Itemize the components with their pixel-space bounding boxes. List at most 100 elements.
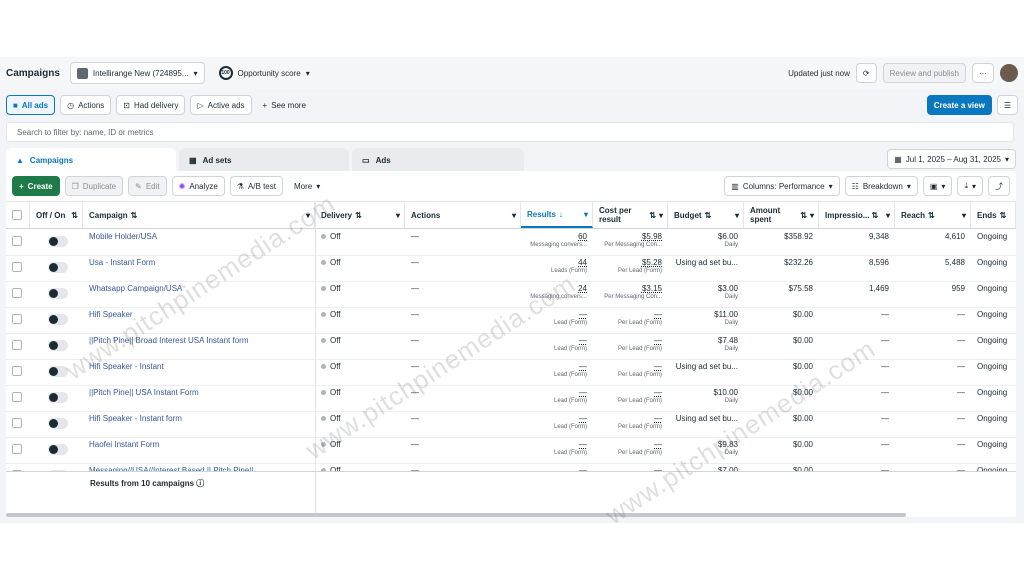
tab-campaigns[interactable]: ▲ Campaigns [6,148,176,172]
table-row[interactable]: ||Pitch Pine|| USA Instant Form Off — — Lead… [6,385,1016,412]
export-button[interactable]: ⤓ ▾ [957,176,983,196]
create-view-button[interactable]: Create a view [926,95,992,115]
campaign-name[interactable]: Whatsapp Campaign/USA [83,281,315,307]
campaign-name[interactable]: Hifi Speaker - Instant [83,359,315,385]
table-row[interactable]: ||Pitch Pine|| Broad Interest USA Instan… [6,333,1016,360]
impressions-value: — [881,310,889,319]
more-button[interactable]: More ▾ [288,176,326,196]
ab-test-button[interactable]: ⚗ A/B test [229,176,283,196]
campaign-toggle[interactable] [48,262,68,273]
results-value[interactable]: — [579,310,587,319]
header-off-on[interactable]: Off / On ⇅ [30,202,83,228]
budget-cell: $11.00 Daily [668,307,744,333]
cpr-value[interactable]: — [654,310,662,319]
cpr-type: Per Lead (Form) [617,450,662,456]
results-value[interactable]: — [579,388,587,397]
filter-had-delivery[interactable]: ⊡ Had delivery [116,95,186,115]
cpr-value[interactable]: $5.28 [642,258,662,267]
campaign-name[interactable]: Hifi Speaker - Instant form [83,411,315,437]
cpr-value[interactable]: — [654,440,662,449]
settings-sliders-button[interactable]: ☰ [996,95,1018,115]
filter-active-ads[interactable]: ▷ Active ads [190,95,252,115]
table-row[interactable]: Usa - Instant Form Off —44 Leads (Form) $5.2… [6,255,1016,282]
header-campaign[interactable]: Campaign ⇅ ▾ [83,202,315,228]
table-row[interactable]: Whatsapp Campaign/USA Off — 24 Messaging con… [6,281,1016,308]
tab-ads[interactable]: ▭ Ads [352,148,524,172]
header-cost-per-result[interactable]: Cost per result ⇅ ▾ [593,202,668,228]
cpr-value[interactable]: — [654,414,662,423]
results-value[interactable]: — [579,440,587,449]
date-range-picker[interactable]: ▦ Jul 1, 2025 – Aug 31, 2025 ▾ [887,149,1016,169]
campaign-toggle[interactable] [48,366,68,377]
campaign-toggle[interactable] [48,288,68,299]
results-value[interactable]: 44 [578,258,587,267]
actions-value: — [411,336,419,345]
campaign-toggle[interactable] [48,392,68,403]
header-delivery[interactable]: Delivery ⇅ ▾ [315,202,405,228]
breakdown-button[interactable]: ☷ Breakdown ▾ [844,176,918,196]
actions-value: — [411,388,419,397]
analyze-button[interactable]: ✺ Analyze [171,176,225,196]
top-bar: Campaigns Intellirange New (724895... ▾ … [0,57,1024,89]
table-row[interactable]: Hifi Speaker - Instant form Off — — Lead (Fo… [6,411,1016,438]
avatar[interactable] [1000,64,1018,82]
more-options-button[interactable]: ··· [972,63,994,83]
campaign-toggle[interactable] [48,236,68,247]
header-reach[interactable]: Reach ⇅ ▾ [895,202,971,228]
header-select-all[interactable] [6,202,30,228]
results-value[interactable]: 60 [578,232,587,241]
table-row[interactable]: Mobile Holder/USA Off — 60 Messaging convers… [6,229,1016,256]
campaign-name[interactable]: Usa - Instant Form [83,255,315,281]
table-row[interactable]: Hifi Speaker Off — — Lead (Form) — Per Lead (F… [6,307,1016,334]
horizontal-scrollbar[interactable] [6,513,906,517]
reports-button[interactable]: ▣ ▾ [922,176,953,196]
cpr-value[interactable]: — [654,336,662,345]
account-selector[interactable]: Intellirange New (724895... ▾ [69,62,205,84]
filter-all-ads[interactable]: ■ All ads [6,95,56,115]
results-value[interactable]: 24 [578,284,587,293]
header-actions[interactable]: Actions ▾ [405,202,521,228]
table-row[interactable]: Haofei Instant Form Off — — Lead (Form) — Per … [6,437,1016,464]
campaign-name[interactable]: ||Pitch Pine|| USA Instant Form [83,385,315,411]
table-row[interactable]: Hifi Speaker - Instant Off — — Lead (Form) — P… [6,359,1016,386]
campaign-toggle[interactable] [48,418,68,429]
toggle-cell [6,333,83,359]
select-all-checkbox[interactable] [12,210,22,220]
edit-button[interactable]: ✎ Edit [128,176,167,196]
sort-icon: ⇅ [71,210,78,220]
filter-actions[interactable]: ◷ Actions [60,95,112,115]
create-button[interactable]: + Create [12,176,60,196]
header-amount-spent[interactable]: Amount spent ⇅ ▾ [744,202,819,228]
results-value[interactable]: — [579,414,587,423]
results-value[interactable]: — [579,362,587,371]
refresh-button[interactable]: ⟳ [855,63,877,83]
columns-button[interactable]: ▥ Columns: Performance ▾ [724,176,840,196]
toggle-cell [6,411,83,437]
results-value[interactable]: — [579,336,587,345]
cpr-value[interactable]: $5.98 [642,232,662,241]
cpr-value[interactable]: — [654,388,662,397]
review-publish-button[interactable]: Review and publish [882,63,966,83]
results-cell: — Lead (Form) [521,411,593,437]
opportunity-score[interactable]: 100 Opportunity score ▾ [218,66,310,80]
header-ends[interactable]: Ends ⇅ [971,202,1016,228]
header-campaign-label: Campaign [89,210,128,220]
campaign-name[interactable]: ||Pitch Pine|| Broad Interest USA Instan… [83,333,315,359]
info-icon[interactable]: ⓘ [196,479,204,488]
duplicate-button[interactable]: ❐ Duplicate [64,176,124,196]
header-budget[interactable]: Budget ⇅ ▾ [668,202,744,228]
charts-button[interactable]: ⤴ [988,176,1010,196]
cpr-value[interactable]: — [654,362,662,371]
search-input[interactable]: Search to filter by: name, ID or metrics [6,122,1014,142]
campaign-toggle[interactable] [48,314,68,325]
campaign-name[interactable]: Hifi Speaker [83,307,315,333]
header-results[interactable]: Results ↓ ▾ [521,202,593,228]
campaign-toggle[interactable] [48,340,68,351]
campaign-name[interactable]: Haofei Instant Form [83,437,315,463]
tab-ad-sets[interactable]: ▦ Ad sets [179,148,349,172]
cpr-value[interactable]: $3.15 [642,284,662,293]
campaign-toggle[interactable] [48,444,68,455]
header-impressions[interactable]: Impressio... ⇅ ▾ [819,202,895,228]
see-more-button[interactable]: + See more [257,95,312,115]
campaign-name[interactable]: Mobile Holder/USA [83,229,315,255]
